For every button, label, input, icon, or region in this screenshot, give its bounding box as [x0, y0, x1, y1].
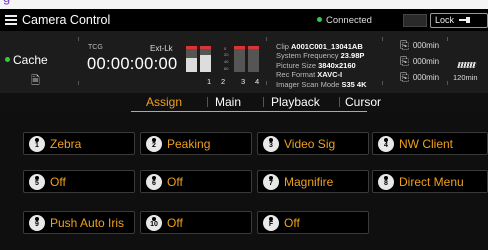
clip-info: Clip A001C001_13041AB System Frequency 2… — [276, 42, 367, 89]
assign-number-icon: 4 — [378, 136, 394, 152]
assign-number-icon: 6 — [146, 174, 162, 190]
assign-label: Off — [167, 216, 183, 230]
camera-control-screen: Camera Control Connected Lock Cache 🗎 TC… — [0, 9, 488, 250]
tcg-label: TCG — [88, 44, 103, 51]
assign-button-8[interactable]: 8 Direct Menu — [372, 170, 488, 193]
db-mark: 0 — [224, 46, 227, 51]
assign-label: Push Auto Iris — [50, 216, 125, 230]
assign-number-icon: 10 — [146, 215, 162, 231]
assign-button-3[interactable]: 3 Video Sig — [257, 132, 369, 155]
top-strip: g — [0, 0, 488, 6]
media-b-icon: ⎘ — [400, 56, 409, 68]
divider — [447, 37, 448, 41]
assign-number-icon: 9 — [29, 215, 45, 231]
divider — [78, 37, 79, 41]
divider — [447, 81, 448, 85]
audio-level-meter: 0 20 40 60 1 2 3 4 — [186, 43, 262, 87]
divider — [266, 81, 267, 85]
memory-card-icon: 🗎 — [31, 75, 40, 87]
tab-divider — [263, 97, 264, 107]
clip-info-row: Imager Scan Mode S35 4K — [276, 79, 367, 89]
audio-meter-ch4 — [248, 46, 259, 72]
assign-button-7[interactable]: 7 Magnifire — [257, 170, 369, 193]
clip-info-row: Clip A001C001_13041AB — [276, 42, 363, 51]
audio-meter-ch3 — [234, 46, 245, 72]
battery-level-icon — [457, 62, 477, 68]
status-panel: Cache 🗎 TCG Ext-Lk 00:00:00:00 0 20 40 6… — [0, 31, 488, 93]
assign-number-icon: 8 — [378, 174, 394, 190]
assign-grid: 1 Zebra 2 Peaking 3 Video Sig 4 NW Client 5O… — [0, 113, 488, 250]
tab-assign[interactable]: Assign — [146, 95, 182, 109]
title-bar: Camera Control Connected Lock — [0, 9, 488, 31]
assign-button-2[interactable]: 2 Peaking — [140, 132, 252, 155]
assign-button-10[interactable]: 10 Off — [140, 211, 252, 234]
cache-label: Cache — [13, 53, 48, 67]
ext-lock-label: Ext-Lk — [150, 44, 173, 53]
battery-indicator-icon — [403, 14, 427, 27]
divider — [78, 81, 79, 85]
db-mark: 40 — [224, 59, 229, 64]
app-title: Camera Control — [22, 13, 111, 27]
lock-label: Lock — [435, 15, 455, 25]
tab-bar: Assign Main Playback Cursor — [0, 93, 488, 113]
cache-status: Cache — [5, 53, 48, 67]
assign-number-icon: 2 — [146, 136, 162, 152]
hamburger-menu-icon[interactable] — [5, 15, 17, 25]
assign-label: Zebra — [50, 137, 82, 151]
assign-label: Peaking — [167, 137, 211, 151]
divider — [382, 37, 383, 41]
connection-label: Connected — [326, 15, 372, 26]
audio-channel-label: 4 — [255, 77, 260, 86]
lock-toggle[interactable]: Lock — [430, 13, 488, 28]
audio-meter-ch1 — [186, 46, 197, 72]
assign-label: Off — [167, 175, 183, 189]
media-a-icon: ⎘ — [400, 40, 409, 52]
tab-cursor[interactable]: Cursor — [345, 95, 381, 109]
assign-label: Direct Menu — [399, 175, 464, 189]
assign-number-icon: 7 — [263, 174, 279, 190]
assign-button-f[interactable]: F Off — [257, 211, 369, 234]
media-slot-b: ⎘ 000min — [400, 56, 440, 68]
top-strip-text: g — [3, 0, 10, 5]
tab-divider — [339, 97, 340, 107]
tab-playback[interactable]: Playback — [271, 95, 320, 109]
assign-number-icon: F — [263, 215, 279, 231]
tab-main[interactable]: Main — [215, 95, 241, 109]
media-slot-a: ⎘ 000min — [400, 40, 440, 52]
db-mark: 60 — [224, 66, 229, 71]
assign-number-icon: 3 — [263, 136, 279, 152]
assign-button-4[interactable]: 4 NW Client — [372, 132, 488, 155]
connected-dot-icon — [317, 17, 322, 22]
media-c-icon: ⎘ — [400, 72, 409, 84]
connection-status: Connected — [317, 15, 372, 26]
tab-underline — [131, 111, 367, 112]
assign-number-icon: 5 — [29, 174, 45, 190]
clip-info-row: Picture Size 3840x2160 — [276, 60, 356, 70]
audio-channel-label: 1 — [207, 77, 212, 86]
media-slot-c: ⎘ 000min — [400, 72, 440, 84]
key-icon — [458, 17, 470, 23]
audio-channel-label: 2 — [221, 77, 226, 86]
cache-dot-icon — [5, 57, 10, 62]
assign-label: Magnifire — [284, 175, 334, 189]
audio-meter-ch2 — [200, 46, 211, 72]
assign-button-6[interactable]: 6 Off — [140, 170, 252, 193]
audio-channel-label: 3 — [241, 77, 246, 86]
assign-label: Off — [50, 175, 66, 189]
assign-button-9[interactable]: 9 Push Auto Iris — [23, 211, 135, 234]
clip-info-row: Rec Format XAVC-I — [276, 70, 343, 80]
assign-label: Video Sig — [284, 137, 336, 151]
timecode-display: 00:00:00:00 — [87, 55, 178, 73]
divider — [266, 37, 267, 41]
assign-button-1[interactable]: 1 Zebra — [23, 132, 135, 155]
db-mark: 20 — [224, 52, 229, 57]
battery-time: 120min — [453, 73, 478, 82]
assign-label: Off — [284, 216, 300, 230]
assign-number-icon: 1 — [29, 136, 45, 152]
clip-info-row: System Frequency 23.98P — [276, 51, 365, 61]
assign-button-5[interactable]: 5 Off — [23, 170, 135, 193]
assign-label: NW Client — [399, 137, 454, 151]
tab-divider — [207, 97, 208, 107]
divider — [382, 81, 383, 85]
